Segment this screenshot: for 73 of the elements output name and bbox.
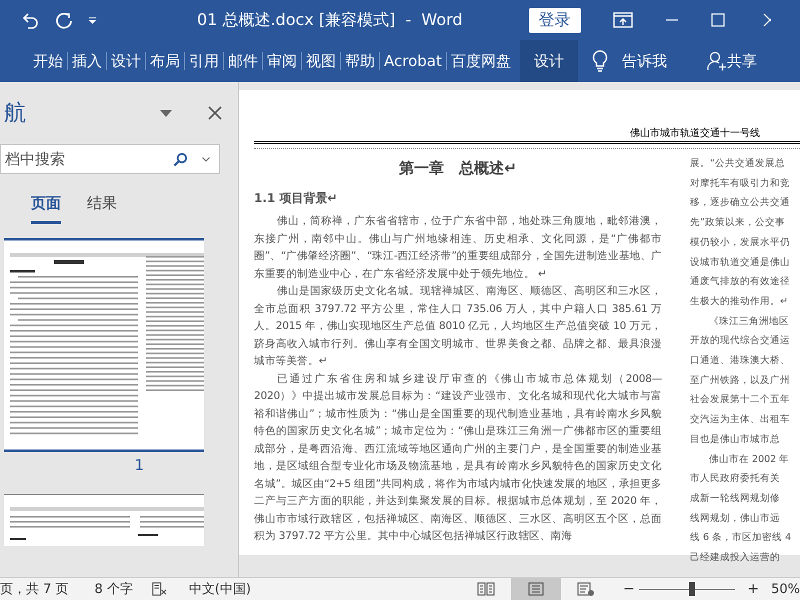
- section-heading: 1.1 项目背景↵: [254, 190, 338, 207]
- web-page-icon: [576, 582, 595, 596]
- page-thumbnail[interactable]: [4, 494, 204, 546]
- person-add-icon[interactable]: [706, 51, 727, 71]
- proofing-icon[interactable]: [150, 581, 167, 597]
- page-count[interactable]: 页，共 7 页: [0, 580, 69, 598]
- ribbon-tab[interactable]: 邮件: [225, 40, 261, 82]
- pane-tab[interactable]: 页面: [31, 194, 61, 224]
- customize-caret-icon[interactable]: [88, 16, 97, 24]
- maximize-icon[interactable]: [710, 13, 725, 27]
- zoom-in-button[interactable]: +: [743, 581, 764, 597]
- ribbon-tab[interactable]: 开始: [30, 40, 66, 82]
- text-line: 移，逐步确立公共交通: [690, 196, 791, 210]
- page-header-text: 佛山市城市轨道交通十一号线: [630, 126, 760, 141]
- share-button[interactable]: 共享: [726, 40, 757, 82]
- ribbon-display-icon[interactable]: [612, 12, 633, 28]
- zoom-slider[interactable]: [638, 581, 736, 597]
- text-line: 至广州铁路，以及广州: [690, 374, 791, 388]
- text-line: 展。“公共交通发展总: [690, 157, 786, 171]
- print-layout-button[interactable]: [510, 578, 561, 600]
- body-paragraph: 佛山，简称禅，广东省省辖市，位于广东省中部，地处珠三角腹地，毗邻港澳，东接广州，南邻中山。佛山与广州地缘相连、历史相承、文化同源，是“广佛都市圈”、“广佛肇经济圈”、“珠江-西江经济带”的重要组成部分，全国先进制造业基地、广东重要的制造业中心，在广东省经济发展中处于领先地位。 ↵: [254, 214, 662, 282]
- caret-icon[interactable]: [202, 157, 210, 162]
- ribbon-tab[interactable]: 设计: [108, 40, 144, 82]
- ribbon-tab[interactable]: 帮助: [342, 40, 378, 82]
- text-line: 目也是佛山市城市总: [690, 432, 781, 447]
- chapter-title: 第一章 总概述↵: [398, 159, 518, 178]
- ribbon-tab[interactable]: 引用: [186, 40, 222, 82]
- dropdown-caret-icon[interactable]: [160, 110, 172, 116]
- pane-title: 航: [4, 100, 27, 128]
- lightbulb-icon[interactable]: [592, 50, 608, 72]
- search-icon[interactable]: [173, 152, 188, 167]
- text-line: 社会发展第十二个五年: [690, 393, 791, 408]
- zoom-out-button[interactable]: −: [618, 581, 639, 597]
- text-line: 设城市轨道交通是佛山: [690, 256, 791, 270]
- text-line: 生极大的推动作用。↵: [690, 294, 789, 309]
- text-line: 开放的现代综合交通运: [690, 334, 791, 348]
- window-title: 01 总概述.docx [兼容模式] - Word: [197, 10, 463, 30]
- language-indicator[interactable]: 中文(中国): [188, 580, 251, 598]
- body-paragraph: 佛山是国家级历史文化名城。现辖禅城区、南海区、顺德区、高明区和三水区，全市总面积 3797.72 平方公里，常住人口 735.06 万人，其中户籍人口 385.61 万人。2015 年，佛山实现地区生产总值 8010 亿元，人均地区生产总值突破 10 万元，跻身高收入城市行列。佛山享有全国文明城市、世界美食之都、品牌之都、最具浪漫城市等美誉。↵: [254, 284, 662, 369]
- zoom-slider-thumb[interactable]: [688, 582, 695, 596]
- tell-me-button[interactable]: 告诉我: [618, 40, 671, 82]
- ribbon-tab[interactable]: 插入: [69, 40, 105, 82]
- text-line: 线网规划，佛山市远: [690, 512, 781, 526]
- zoom-level[interactable]: 50%: [771, 582, 800, 596]
- text-line: 先”政策以来，公交事: [690, 216, 786, 230]
- ribbon-tab[interactable]: 视图: [303, 40, 339, 82]
- text-line: 佛山市在 2002 年: [708, 452, 790, 467]
- text-line: 口通道、港珠澳大桥、: [690, 354, 791, 368]
- page-icon: [528, 582, 544, 596]
- close-icon[interactable]: [208, 106, 222, 120]
- text-line: 市人民政府委托有关: [690, 472, 781, 486]
- sign-in-button[interactable]: 登录: [528, 8, 581, 32]
- redo-icon[interactable]: [54, 10, 74, 30]
- text-line: 《珠江三角洲地区: [708, 314, 790, 329]
- page-thumbnail[interactable]: [4, 238, 204, 452]
- text-line: 成新一轮线网规划修: [690, 492, 781, 506]
- text-line: 模仍较小，发展水平仍: [690, 236, 791, 250]
- text-line: 通废气排放的有效途径: [690, 275, 791, 290]
- text-line: 交汽运为主体、出租车: [690, 413, 791, 428]
- book-icon: [476, 582, 495, 596]
- page-number: 1: [133, 456, 145, 474]
- search-field[interactable]: 档中搜索: [0, 144, 220, 174]
- ribbon-tab[interactable]: 布局: [147, 40, 183, 82]
- ribbon-tab[interactable]: 设计: [520, 40, 578, 82]
- text-line: 线 6 条，市区加密线 4: [690, 531, 792, 546]
- ribbon-tab[interactable]: Acrobat: [381, 40, 445, 82]
- ribbon-tab[interactable]: 审阅: [264, 40, 300, 82]
- text-line: 己经建成投入运营的: [690, 551, 781, 566]
- text-line: 对摩托车有吸引力和竞: [690, 176, 791, 191]
- body-paragraph: 已通过广东省住房和城乡建设厅审查的《佛山市城市总体规划（2008—2020）》中提出城市发展总目标为：“建设产业强市、文化名城和现代化大城市与富裕和谐佛山”；城市性质为：“佛山是全国重要的现代制造业基地，具有岭南水乡风貌特色的国家历史文化名城”；城市定位为：“佛山是珠江三角洲一广佛都市区的重要组成部分，是粤西沿海、西江流域等地区通向广州的主要门户，是全国重要的制造业基地，是区域组合型专业化市场及物流基地，是具有岭南水乡风貌特色的国家历史文化名城”。城区由“2+5 组团”共同构成，将作为市域内城市化快速发展的地区，承担更多二产与三产方面的职能，并达到集聚发展的目标。根据城市总体规划，至 2020 年，佛山市市域行政辖区，包括禅城区、南海区、顺德区、三水区、高明区五个区，总面积为 3797.72 平方公里。其中中心城区包括禅城区行政辖区、南海: [254, 372, 662, 544]
- word-count[interactable]: 8 个字: [94, 580, 133, 598]
- ribbon-tab[interactable]: 百度网盘: [448, 40, 514, 82]
- pane-tab[interactable]: 结果: [87, 194, 117, 224]
